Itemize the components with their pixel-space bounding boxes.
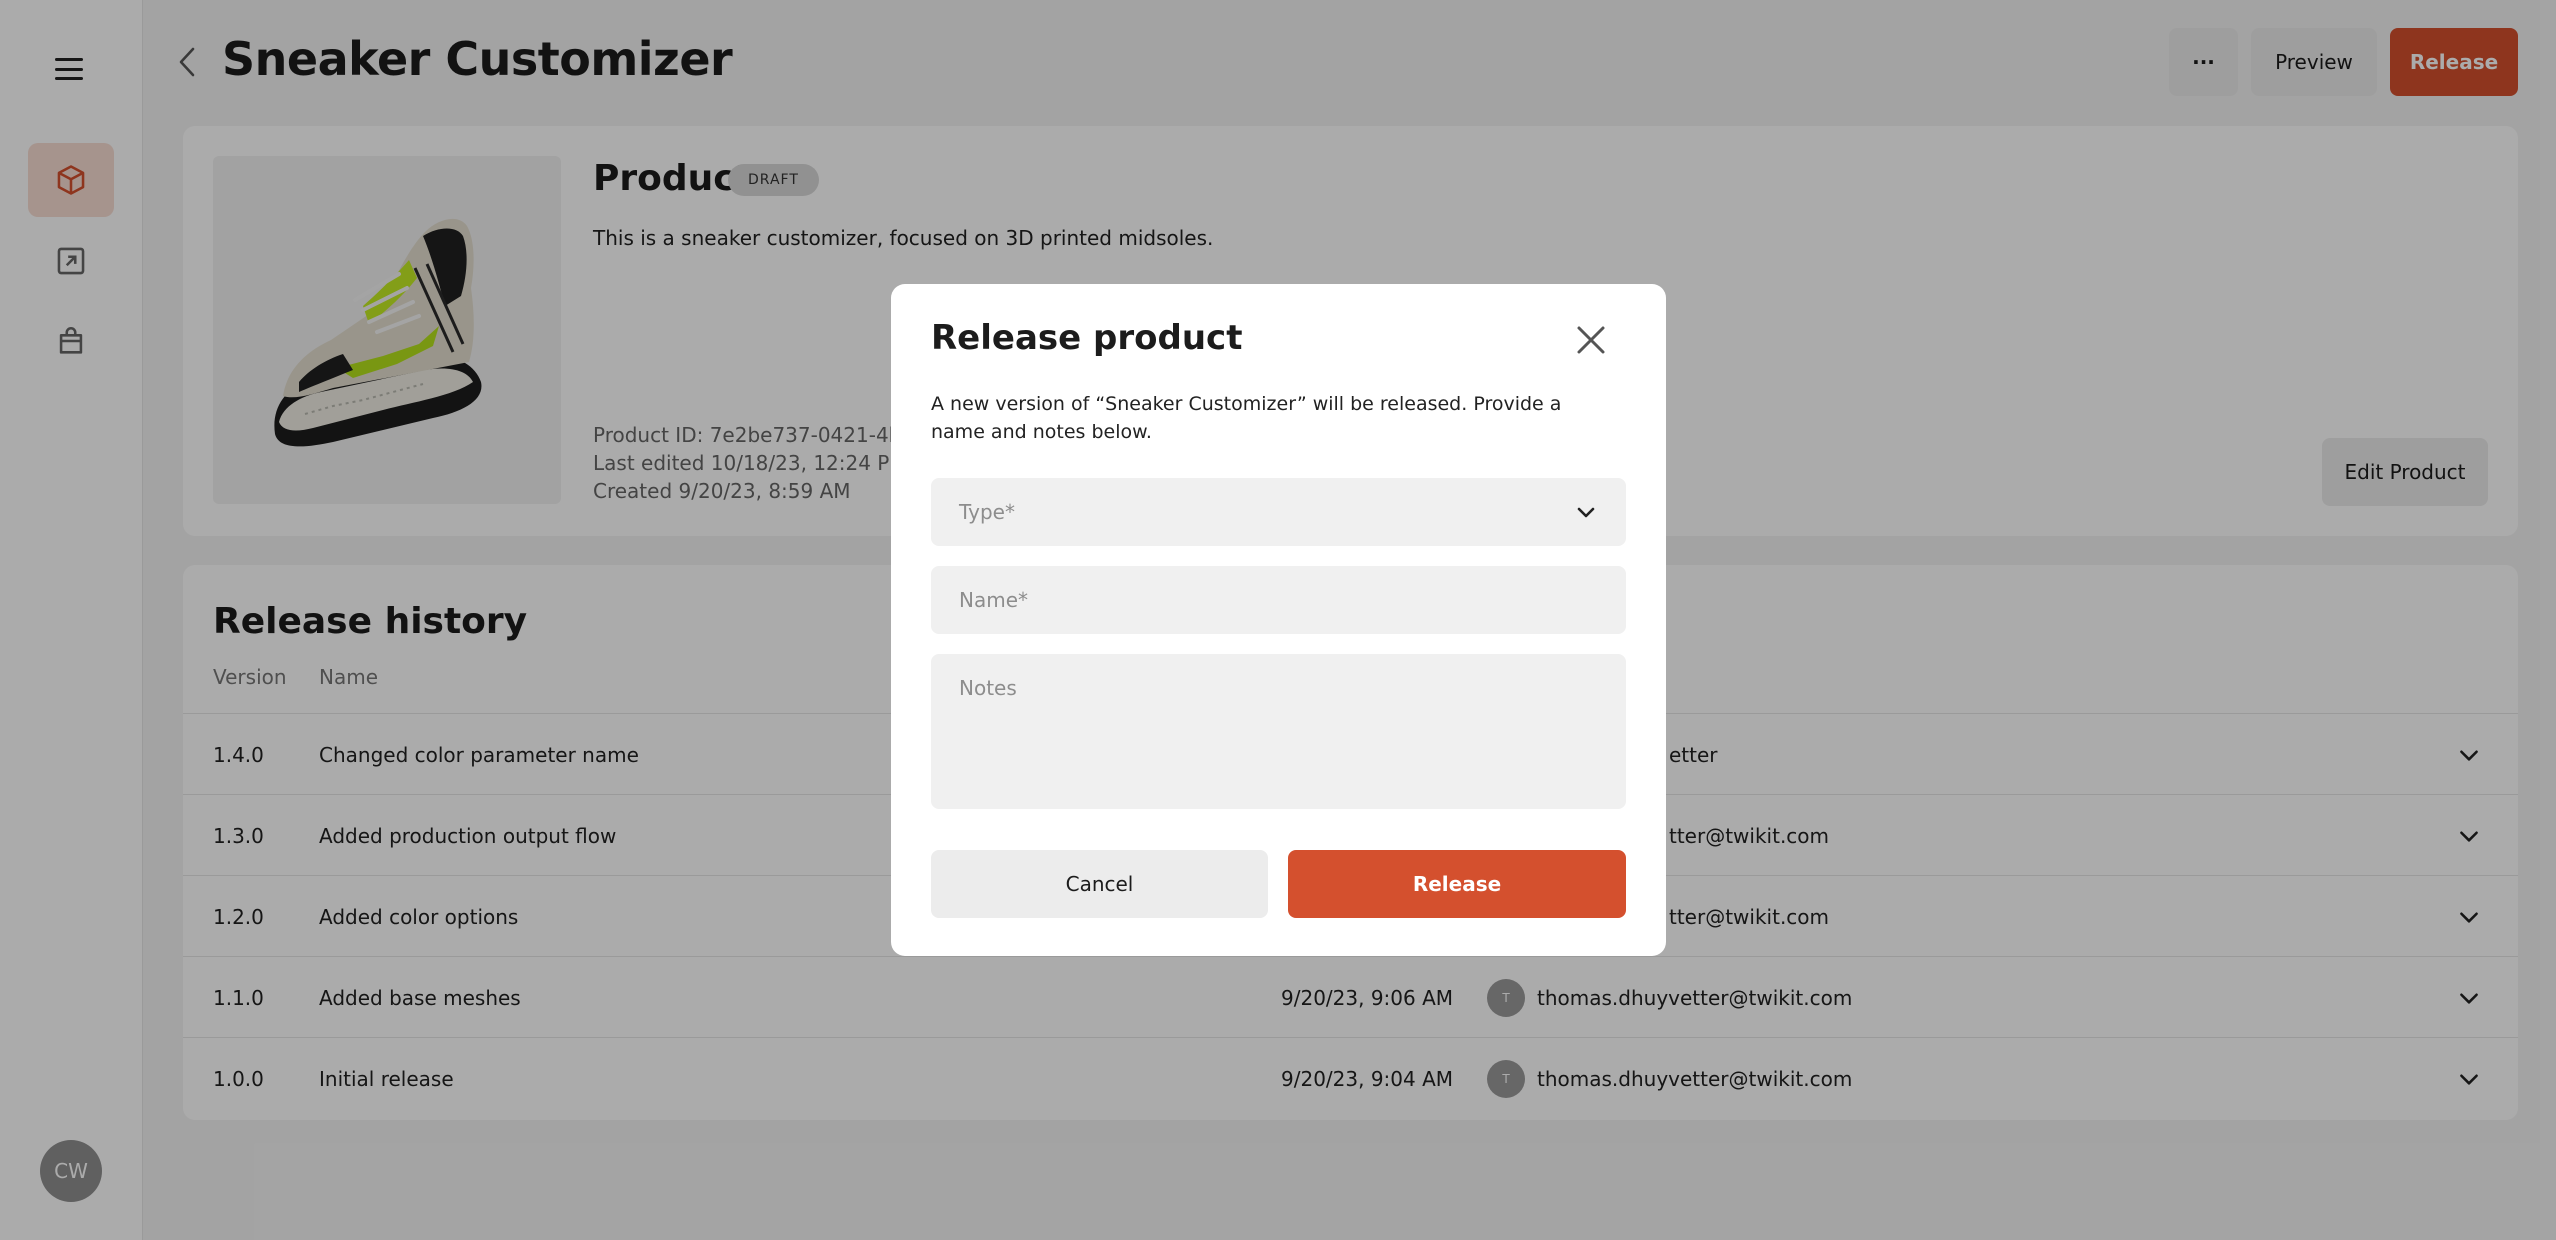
type-select-placeholder: Type* xyxy=(959,500,1015,524)
confirm-release-button[interactable]: Release xyxy=(1288,850,1626,918)
release-product-dialog: Release product A new version of “Sneake… xyxy=(891,284,1666,956)
close-icon[interactable] xyxy=(1571,320,1611,360)
notes-textarea[interactable] xyxy=(931,654,1626,809)
dialog-title: Release product xyxy=(931,318,1243,358)
type-select[interactable]: Type* xyxy=(931,478,1626,546)
dialog-description: A new version of “Sneaker Customizer” wi… xyxy=(931,393,1562,443)
name-input[interactable] xyxy=(931,566,1626,634)
cancel-button[interactable]: Cancel xyxy=(931,850,1268,918)
chevron-down-icon xyxy=(1577,507,1595,518)
